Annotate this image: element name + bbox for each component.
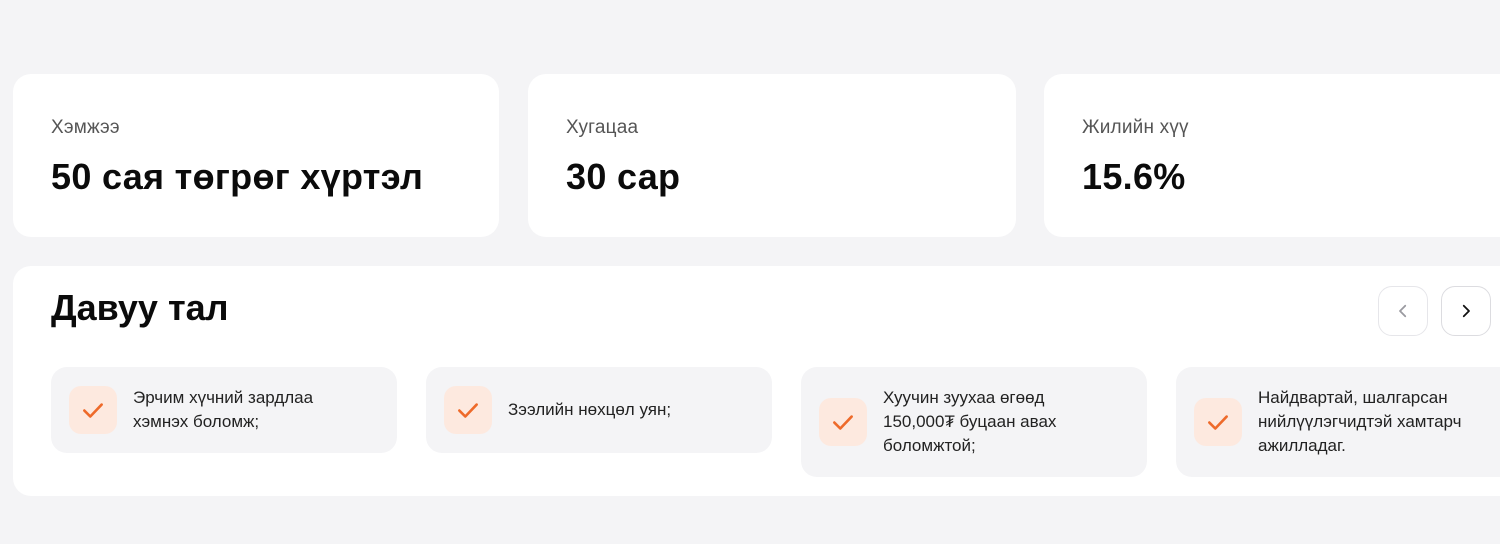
check-icon [1194,398,1242,446]
advantage-text: Зээлийн нөхцөл уян; [508,400,672,419]
stat-label: Хугацаа [566,117,639,138]
advantages-list: Эрчим хүчний зардлаа хэмнэх боломж; Зээл… [51,367,1500,487]
stat-label: Жилийн хүү [1082,117,1189,138]
check-icon [819,398,867,446]
stat-card-interest-rate: Жилийн хүү 15.6% [1044,74,1500,237]
stat-card-term: Хугацаа 30 сар [528,74,1016,237]
carousel-next-button[interactable] [1441,286,1491,336]
check-icon [69,386,117,434]
advantage-text: Хуучин зуухаа өгөөд 150,000₮ буцаан авах… [883,388,1057,455]
chevron-right-icon [1462,304,1470,318]
loan-stats: Хэмжээ 50 сая төгрөг хүртэл Хугацаа 30 с… [13,74,1500,237]
stat-card-amount: Хэмжээ 50 сая төгрөг хүртэл [13,74,499,237]
stat-value: 30 сар [566,156,681,197]
advantages-title: Давуу тал [51,287,229,328]
check-icon [444,386,492,434]
stat-value: 50 сая төгрөг хүртэл [51,156,424,197]
advantages-section: Давуу тал Эрчим хүчний зардлаа хэмнэх бо… [13,266,1500,496]
advantage-text: Эрчим хүчний зардлаа хэмнэх боломж; [133,388,314,431]
stat-label: Хэмжээ [51,117,120,138]
carousel-prev-button[interactable] [1378,286,1428,336]
list-item: Зээлийн нөхцөл уян; [426,367,772,453]
list-item: Хуучин зуухаа өгөөд 150,000₮ буцаан авах… [801,367,1147,477]
list-item: Найдвартай, шалгарсан нийлүүлэгчидтэй ха… [1176,367,1500,477]
advantage-text: Найдвартай, шалгарсан нийлүүлэгчидтэй ха… [1258,388,1462,455]
chevron-left-icon [1399,304,1407,318]
stat-value: 15.6% [1082,156,1186,197]
list-item: Эрчим хүчний зардлаа хэмнэх боломж; [51,367,397,453]
